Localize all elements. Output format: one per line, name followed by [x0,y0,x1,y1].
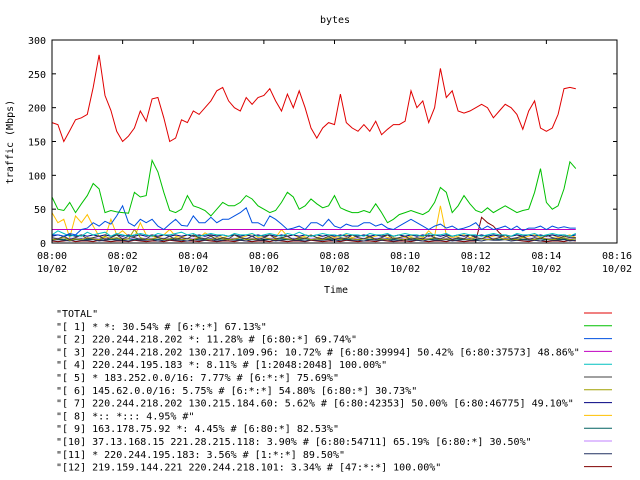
legend-label: "[ 8] *:: *::: 4.95% #" [56,411,194,422]
legend-entry: "[ 2] 220.244.218.202 *: 11.28% # [6:80:… [56,335,612,346]
x-tick-label-date: 10/02 [108,264,138,275]
x-tick-label-date: 10/02 [602,264,632,275]
legend-entry: "[ 9] 163.178.75.92 *: 4.45% # [6:80:*] … [56,424,612,435]
x-tick-label-time: 08:02 [108,251,138,262]
legend-label: "TOTAL" [56,309,98,320]
legend-entry: "[ 6] 145.62.0.0/16: 5.75% # [6:*:*] 54.… [56,386,612,397]
x-tick-label-time: 08:12 [461,251,491,262]
legend-label: "[ 6] 145.62.0.0/16: 5.75% # [6:*:*] 54.… [56,386,417,397]
plot-frame [51,39,618,244]
legend-entry: "[12] 219.159.144.221 220.244.218.101: 3… [56,463,612,474]
x-tick-label-time: 08:10 [390,251,420,262]
x-tick-label-date: 10/02 [178,264,208,275]
legend-label: "[ 4] 220.244.195.183 *: 8.11% # [1:2048… [56,360,387,371]
legend-entry: "[ 4] 220.244.195.183 *: 8.11% # [1:2048… [56,360,612,371]
legend-label: "[12] 219.159.144.221 220.244.218.101: 3… [56,463,441,474]
x-tick-label-date: 10/02 [319,264,349,275]
x-tick-label-time: 08:04 [178,251,208,262]
x-tick-label-date: 10/02 [461,264,491,275]
legend-label: "[10] 37.13.168.15 221.28.215.118: 3.90%… [56,437,532,448]
series-line-1 [51,158,577,224]
legend-label: "[ 3] 220.244.218.202 130.217.109.96: 10… [56,347,580,358]
y-tick-label: 150 [28,138,46,149]
x-axis-label: Time [324,285,348,296]
legend-label: "[ 9] 163.178.75.92 *: 4.45% # [6:80:*] … [56,424,339,435]
legend-entry: "[ 5] * 183.252.0.0/16: 7.77% # [6:*:*] … [56,373,612,384]
legend-label: "[11] * 220.244.195.183: 3.56% # [1:*:*]… [56,450,345,461]
series-layer [51,54,577,243]
x-tick-label-time: 08:08 [319,251,349,262]
legend-entry: "TOTAL" [56,309,612,320]
legend-entry: "[11] * 220.244.195.183: 3.56% # [1:*:*]… [56,450,612,461]
legend-entry: "[ 8] *:: *::: 4.95% #" [56,411,612,422]
legend: "TOTAL" "[ 1] * *: 30.54% # [6:*:*] 67.13… [56,309,612,474]
y-tick-label: 0 [40,239,46,250]
legend-label: "[ 2] 220.244.218.202 *: 11.28% # [6:80:… [56,335,357,346]
x-tick-label-time: 08:00 [37,251,67,262]
legend-entry: "[ 3] 220.244.218.202 130.217.109.96: 10… [56,347,612,358]
legend-entry: "[ 1] * *: 30.54% # [6:*:*] 67.13%" [56,322,612,333]
legend-label: "[ 7] 220.244.218.202 130.215.184.60: 5.… [56,399,574,410]
x-tick-label-date: 10/02 [531,264,561,275]
y-tick-label: 50 [34,205,46,216]
x-tick-label-time: 08:06 [249,251,279,262]
legend-label: "[ 1] * *: 30.54% # [6:*:*] 67.13%" [56,322,267,333]
x-tick-label-date: 10/02 [249,264,279,275]
y-axis-label: traffic (Mbps) [5,100,16,184]
x-tick-label-time: 08:14 [531,251,561,262]
series-line-0 [51,54,576,143]
chart-title: bytes [320,15,350,26]
y-tick-label: 250 [28,70,46,81]
x-tick-label-date: 10/02 [390,264,420,275]
traffic-chart: bytes traffic (Mbps) Time 0 50 100 150 200 25… [5,15,632,474]
x-tick-label-date: 10/02 [37,264,67,275]
legend-label: "[ 5] * 183.252.0.0/16: 7.77% # [6:*:*] … [56,373,339,384]
y-tick-label: 300 [28,36,46,47]
y-tick-label: 100 [28,171,46,182]
x-tick-label-time: 08:16 [602,251,632,262]
legend-entry: "[10] 37.13.168.15 221.28.215.118: 3.90%… [56,437,612,448]
legend-entry: "[ 7] 220.244.218.202 130.215.184.60: 5.… [56,399,612,410]
y-tick-label: 200 [28,104,46,115]
